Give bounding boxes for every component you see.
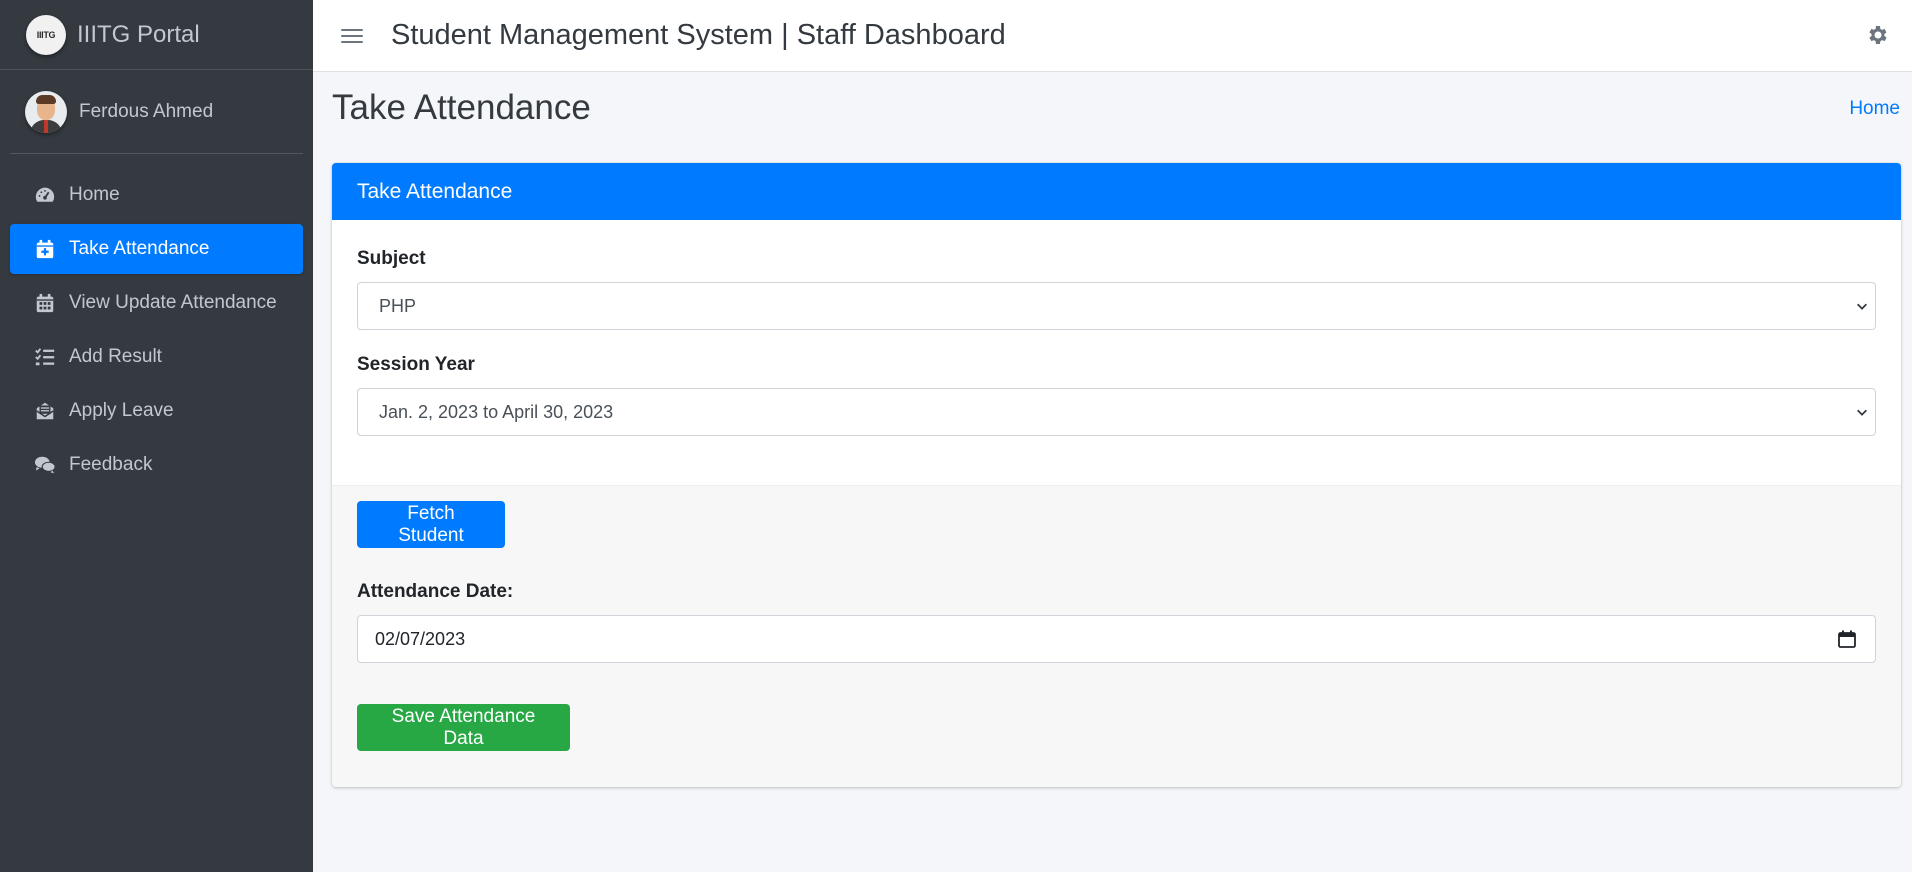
- tasks-icon: [33, 345, 57, 369]
- chevron-down-icon: [1857, 409, 1867, 416]
- calendar-icon: [33, 291, 57, 315]
- sidebar-item-add-result[interactable]: Add Result: [10, 332, 303, 382]
- envelope-open-icon: [33, 399, 57, 423]
- breadcrumb-home-link[interactable]: Home: [1849, 98, 1900, 120]
- sidebar-item-apply-leave[interactable]: Apply Leave: [10, 386, 303, 436]
- sidebar-item-label: Feedback: [69, 454, 153, 475]
- tachometer-icon: [33, 183, 57, 207]
- take-attendance-card: Take Attendance Subject PHP Session Year…: [332, 163, 1901, 787]
- user-name[interactable]: Ferdous Ahmed: [79, 101, 213, 123]
- card-footer: Fetch Student Attendance Date: 02/07/202…: [332, 485, 1901, 787]
- top-navbar: Student Management System | Staff Dashbo…: [313, 0, 1912, 72]
- sidebar-item-feedback[interactable]: Feedback: [10, 440, 303, 490]
- session-year-selected-value: Jan. 2, 2023 to April 30, 2023: [379, 401, 614, 422]
- sidebar-item-take-attendance[interactable]: Take Attendance: [10, 224, 303, 274]
- subject-selected-value: PHP: [379, 295, 417, 316]
- subject-label: Subject: [357, 248, 426, 269]
- brand-logo: IIITG: [26, 14, 66, 55]
- card-header: Take Attendance: [332, 163, 1901, 220]
- hamburger-menu-icon[interactable]: [341, 25, 363, 47]
- session-year-label: Session Year: [357, 354, 475, 375]
- page-title: Take Attendance: [332, 88, 591, 127]
- user-panel[interactable]: Ferdous Ahmed: [10, 70, 303, 154]
- brand-logo-text: IIITG: [36, 29, 56, 40]
- content-header: Take Attendance Home: [332, 88, 1900, 138]
- sidebar-item-label: Apply Leave: [69, 400, 174, 421]
- attendance-date-input[interactable]: 02/07/2023: [357, 615, 1876, 663]
- sidebar-nav: Home Take Attendance View Update Attenda…: [0, 154, 313, 490]
- card-body: Subject PHP Session Year Jan. 2, 2023 to…: [332, 220, 1901, 485]
- attendance-date-label: Attendance Date:: [357, 581, 514, 602]
- sidebar-item-home[interactable]: Home: [10, 170, 303, 220]
- attendance-date-value: 02/07/2023: [375, 628, 466, 649]
- session-year-select[interactable]: Jan. 2, 2023 to April 30, 2023: [357, 388, 1876, 436]
- sidebar-item-label: Home: [69, 184, 120, 205]
- calendar-picker-icon[interactable]: [1837, 629, 1857, 649]
- fetch-student-button[interactable]: Fetch Student: [357, 501, 505, 548]
- save-attendance-button[interactable]: Save Attendance Data: [357, 704, 570, 751]
- sidebar: IIITG IIITG Portal Ferdous Ahmed Home Ta…: [0, 0, 313, 872]
- subject-select[interactable]: PHP: [357, 282, 1876, 330]
- sidebar-item-label: Add Result: [69, 346, 162, 367]
- sidebar-item-label: Take Attendance: [69, 238, 210, 259]
- brand-link[interactable]: IIITG IIITG Portal: [0, 0, 313, 70]
- avatar: [25, 90, 67, 133]
- sidebar-item-view-update-attendance[interactable]: View Update Attendance: [10, 278, 303, 328]
- calendar-plus-icon: [33, 237, 57, 261]
- sidebar-item-label: View Update Attendance: [69, 292, 277, 313]
- comments-icon: [33, 453, 57, 477]
- app-title: Student Management System | Staff Dashbo…: [391, 19, 1006, 51]
- chevron-down-icon: [1857, 303, 1867, 310]
- gear-icon[interactable]: [1866, 23, 1890, 47]
- brand-name: IIITG Portal: [77, 20, 200, 48]
